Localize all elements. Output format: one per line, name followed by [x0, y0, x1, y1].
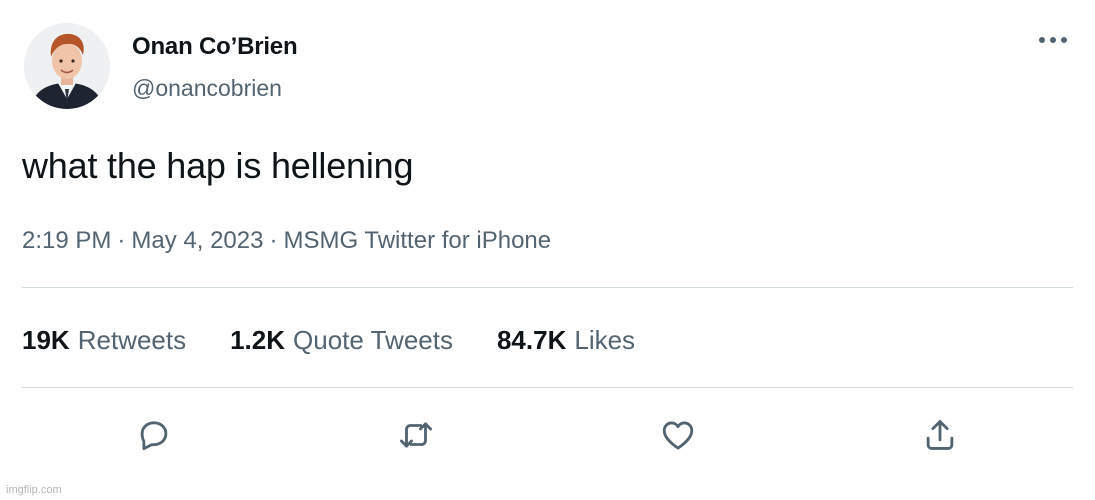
stat-label: Quote Tweets [293, 325, 453, 355]
tweet-card: Onan Co’Brien @onancobrien what the hap … [0, 0, 1095, 500]
handle[interactable]: @onancobrien [132, 75, 282, 102]
share-icon [926, 420, 954, 450]
share-button[interactable] [919, 414, 961, 456]
reply-icon [140, 421, 168, 451]
divider [22, 287, 1073, 288]
stat-count: 19K [22, 325, 70, 355]
display-name[interactable]: Onan Co’Brien [132, 33, 298, 61]
engagement-stats: 19K Retweets 1.2K Quote Tweets 84.7K Lik… [22, 325, 679, 356]
reply-button[interactable] [133, 414, 175, 456]
stat-label: Likes [574, 325, 636, 355]
meta-separator: · [117, 227, 126, 254]
watermark: imgflip.com [6, 484, 62, 496]
divider [22, 387, 1073, 388]
tweet-source[interactable]: MSMG Twitter for iPhone [283, 227, 551, 254]
stat-label: Retweets [77, 325, 187, 355]
more-options-icon [1039, 37, 1067, 43]
stat-quote-tweets[interactable]: 1.2K Quote Tweets [230, 325, 453, 356]
tweet-meta: 2:19 PM · May 4, 2023 · MSMG Twitter for iPh… [22, 227, 551, 255]
retweet-icon [400, 422, 432, 448]
stat-count: 1.2K [230, 325, 286, 355]
like-icon [662, 421, 694, 450]
tweet-time[interactable]: 2:19 PM [22, 227, 111, 254]
stat-retweets[interactable]: 19K Retweets [22, 325, 186, 356]
retweet-button[interactable] [395, 414, 437, 456]
like-button[interactable] [657, 414, 699, 456]
more-options-button[interactable] [1035, 28, 1071, 52]
tweet-text: what the hap is hellening [22, 145, 414, 186]
stat-likes[interactable]: 84.7K Likes [497, 325, 635, 356]
avatar[interactable] [24, 23, 110, 109]
stat-count: 84.7K [496, 325, 567, 355]
meta-separator: · [269, 227, 278, 254]
tweet-date[interactable]: May 4, 2023 [131, 227, 263, 254]
